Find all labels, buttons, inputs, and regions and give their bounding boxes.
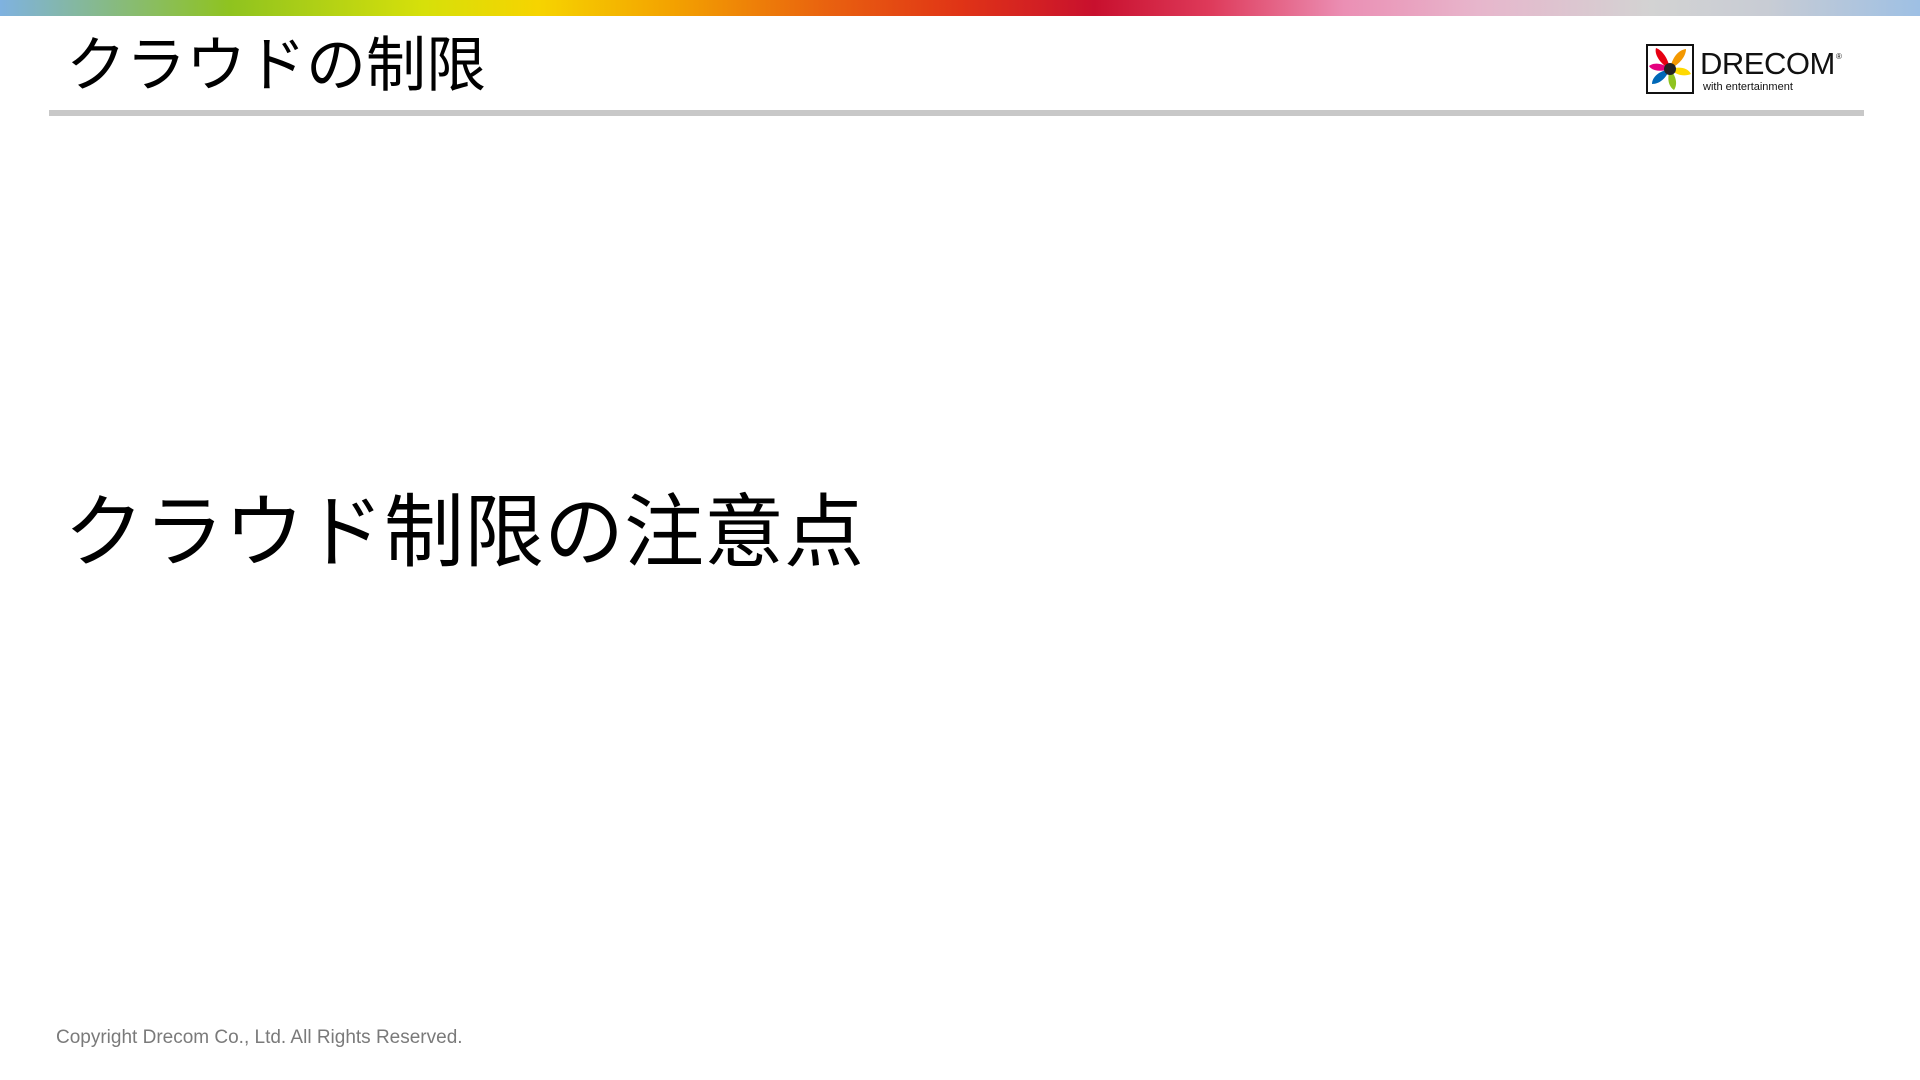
header-divider [49,110,1864,116]
drecom-logo: DRECOM ® with entertainment [1646,44,1846,96]
slide-header-title: クラウドの制限 [66,31,486,101]
rainbow-top-bar [0,0,1920,16]
logo-wordmark: DRECOM [1700,46,1835,81]
logo-tagline: with entertainment [1703,81,1793,93]
drecom-flower-icon [1646,44,1694,94]
copyright-notice: Copyright Drecom Co., Ltd. All Rights Re… [56,1027,463,1048]
logo-trademark: ® [1836,52,1842,61]
section-title: クラウド制限の注意点 [64,486,864,579]
